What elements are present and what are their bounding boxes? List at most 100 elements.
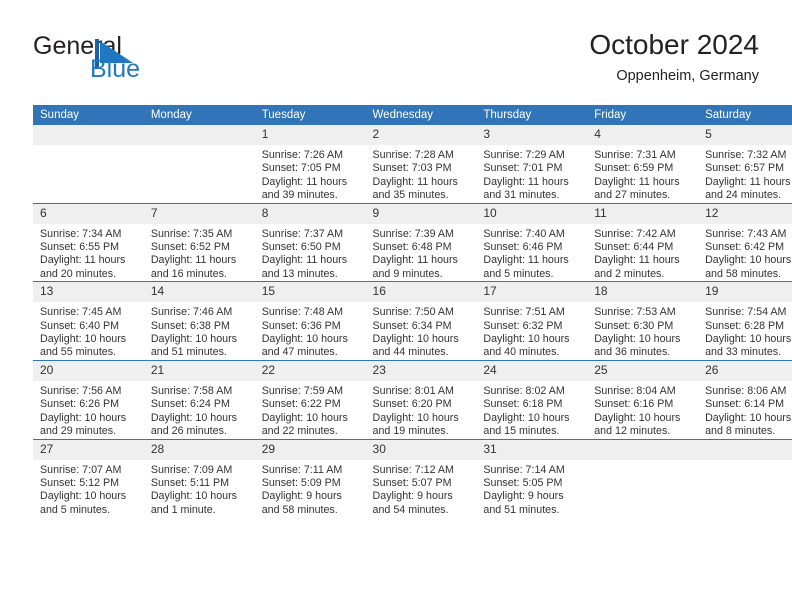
calendar-day-cell[interactable]: 11 Sunrise: 7:42 AM Sunset: 6:44 PM Dayligh…	[587, 203, 699, 283]
day-sun-info: Sunrise: 7:53 AM Sunset: 6:30 PM Daylight:…	[587, 302, 698, 360]
daylight-duration-line1: Daylight: 11 hours	[594, 175, 680, 188]
day-number: 3	[476, 125, 588, 145]
day-sun-info: Sunrise: 7:29 AM Sunset: 7:01 PM Daylight:…	[476, 145, 587, 203]
calendar-day-cell[interactable]: 13 Sunrise: 7:45 AM Sunset: 6:40 PM Dayligh…	[33, 281, 144, 361]
sunrise-time: Sunrise: 7:26 AM	[261, 149, 344, 161]
calendar-cell-empty	[143, 125, 255, 204]
calendar-day-cell[interactable]: 10 Sunrise: 7:40 AM Sunset: 6:46 PM Dayligh…	[476, 203, 588, 283]
calendar-day-cell[interactable]: 12 Sunrise: 7:43 AM Sunset: 6:42 PM Dayligh…	[698, 203, 792, 283]
daylight-duration-line1: Daylight: 9 hours	[483, 490, 564, 503]
calendar-day-cell[interactable]: 24 Sunrise: 8:02 AM Sunset: 6:18 PM Dayligh…	[476, 360, 588, 440]
day-sun-info: Sunrise: 8:06 AM Sunset: 6:14 PM Daylight:…	[698, 381, 792, 439]
daylight-duration-line2: and 22 minutes.	[261, 425, 338, 438]
weekday-header-friday: Friday	[587, 105, 699, 125]
day-sun-info: Sunrise: 8:02 AM Sunset: 6:18 PM Daylight:…	[476, 381, 587, 439]
calendar-week-row: 13 Sunrise: 7:45 AM Sunset: 6:40 PM Dayligh…	[33, 281, 792, 361]
weekday-header-thursday: Thursday	[476, 105, 588, 125]
page-header: General Blue October 2024 Oppenheim, Ger…	[33, 28, 759, 98]
weekday-header-saturday: Saturday	[698, 105, 792, 125]
daylight-duration-line2: and 2 minutes.	[594, 267, 665, 280]
calendar-day-cell[interactable]: 20 Sunrise: 7:56 AM Sunset: 6:26 PM Dayligh…	[33, 360, 144, 440]
calendar-day-cell[interactable]: 19 Sunrise: 7:54 AM Sunset: 6:28 PM Dayligh…	[698, 281, 792, 361]
sunrise-time: Sunrise: 7:51 AM	[483, 306, 565, 319]
daylight-duration-line2: and 9 minutes.	[372, 267, 443, 280]
sunset-time: Sunset: 5:11 PM	[150, 476, 230, 489]
calendar-day-cell[interactable]: 7 Sunrise: 7:35 AM Sunset: 6:52 PM Daylight…	[143, 203, 255, 283]
sunset-time: Sunset: 6:32 PM	[483, 319, 563, 332]
daylight-duration-line2: and 44 minutes.	[372, 346, 449, 359]
day-number: 6	[33, 203, 144, 224]
calendar-day-cell[interactable]: 25 Sunrise: 8:04 AM Sunset: 6:16 PM Dayligh…	[587, 360, 699, 440]
sunset-time: Sunset: 6:55 PM	[40, 241, 120, 254]
calendar-cell-empty	[33, 125, 144, 204]
daylight-duration-line1: Daylight: 10 hours	[261, 411, 348, 424]
calendar-day-cell[interactable]: 6 Sunrise: 7:34 AM Sunset: 6:55 PM Daylight…	[33, 203, 144, 283]
day-number: 15	[254, 282, 366, 303]
calendar-day-cell[interactable]: 5 Sunrise: 7:32 AM Sunset: 6:57 PM Daylight…	[698, 125, 792, 204]
calendar-day-cell[interactable]: 15 Sunrise: 7:48 AM Sunset: 6:36 PM Dayligh…	[254, 281, 366, 361]
calendar-day-cell[interactable]: 1 Sunrise: 7:26 AM Sunset: 7:05 PM Daylight…	[254, 125, 366, 204]
sunset-time: Sunset: 6:59 PM	[594, 162, 674, 175]
daylight-duration-line1: Daylight: 11 hours	[483, 175, 569, 188]
calendar-day-cell[interactable]: 30 Sunrise: 7:12 AM Sunset: 5:07 PM Dayligh…	[365, 439, 477, 518]
daylight-duration-line1: Daylight: 10 hours	[705, 333, 792, 346]
daylight-duration-line1: Daylight: 10 hours	[150, 411, 237, 424]
day-number: 19	[698, 282, 792, 303]
brand-logo[interactable]: General Blue	[33, 32, 263, 94]
sunrise-time: Sunrise: 7:37 AM	[261, 227, 344, 240]
daylight-duration-line1: Daylight: 10 hours	[483, 333, 570, 346]
calendar-day-cell[interactable]: 2 Sunrise: 7:28 AM Sunset: 7:03 PM Daylight…	[365, 125, 477, 204]
calendar-day-cell[interactable]: 21 Sunrise: 7:58 AM Sunset: 6:24 PM Dayligh…	[143, 360, 255, 440]
daylight-duration-line1: Daylight: 9 hours	[261, 490, 342, 503]
sunrise-time: Sunrise: 7:46 AM	[150, 306, 233, 319]
day-number: 8	[254, 203, 366, 224]
calendar-day-cell[interactable]: 22 Sunrise: 7:59 AM Sunset: 6:22 PM Dayligh…	[254, 360, 366, 440]
calendar-day-cell[interactable]: 9 Sunrise: 7:39 AM Sunset: 6:48 PM Daylight…	[365, 203, 477, 283]
daylight-duration-line2: and 16 minutes.	[150, 267, 227, 280]
title-block: October 2024 Oppenheim, Germany	[589, 28, 759, 86]
daylight-duration-line1: Daylight: 11 hours	[372, 175, 458, 188]
daylight-duration-line2: and 51 minutes.	[150, 346, 227, 359]
calendar-week-row: 20 Sunrise: 7:56 AM Sunset: 6:26 PM Dayligh…	[33, 360, 792, 440]
daylight-duration-line2: and 12 minutes.	[594, 425, 671, 438]
weekday-header-monday: Monday	[143, 105, 255, 125]
sunrise-time: Sunrise: 7:48 AM	[261, 306, 344, 319]
calendar-day-cell[interactable]: 8 Sunrise: 7:37 AM Sunset: 6:50 PM Daylight…	[254, 203, 366, 283]
sunrise-time: Sunrise: 7:50 AM	[372, 306, 454, 319]
day-number: 4	[587, 125, 699, 145]
daylight-duration-line1: Daylight: 10 hours	[40, 490, 127, 503]
day-sun-info: Sunrise: 7:12 AM Sunset: 5:07 PM Daylight:…	[366, 460, 477, 518]
sunrise-time: Sunrise: 7:59 AM	[261, 384, 344, 397]
day-number: 20	[33, 360, 144, 381]
calendar-day-cell[interactable]: 4 Sunrise: 7:31 AM Sunset: 6:59 PM Daylight…	[587, 125, 699, 204]
calendar-day-cell[interactable]: 26 Sunrise: 8:06 AM Sunset: 6:14 PM Dayligh…	[698, 360, 792, 440]
calendar-day-cell[interactable]: 28 Sunrise: 7:09 AM Sunset: 5:11 PM Dayligh…	[143, 439, 255, 518]
calendar-day-cell[interactable]: 18 Sunrise: 7:53 AM Sunset: 6:30 PM Dayligh…	[587, 281, 699, 361]
calendar-day-cell[interactable]: 27 Sunrise: 7:07 AM Sunset: 5:12 PM Dayligh…	[33, 439, 144, 518]
day-number: 16	[365, 282, 477, 303]
calendar-day-cell[interactable]: 23 Sunrise: 8:01 AM Sunset: 6:20 PM Dayligh…	[365, 360, 477, 440]
day-number: 10	[476, 203, 588, 224]
calendar-day-cell[interactable]: 3 Sunrise: 7:29 AM Sunset: 7:01 PM Daylight…	[476, 125, 588, 204]
daylight-duration-line2: and 29 minutes.	[40, 425, 117, 438]
brand-name-blue: Blue	[90, 55, 141, 83]
calendar-day-cell[interactable]: 16 Sunrise: 7:50 AM Sunset: 6:34 PM Dayligh…	[365, 281, 477, 361]
calendar-day-cell[interactable]: 17 Sunrise: 7:51 AM Sunset: 6:32 PM Dayligh…	[476, 281, 588, 361]
calendar-week-row: 6 Sunrise: 7:34 AM Sunset: 6:55 PM Daylight…	[33, 203, 792, 283]
day-number: 24	[476, 360, 588, 381]
calendar-day-cell[interactable]: 31 Sunrise: 7:14 AM Sunset: 5:05 PM Dayligh…	[476, 439, 588, 518]
day-number: 11	[587, 203, 699, 224]
sunset-time: Sunset: 6:30 PM	[594, 319, 674, 332]
sunrise-time: Sunrise: 7:32 AM	[705, 149, 787, 161]
day-sun-info: Sunrise: 7:28 AM Sunset: 7:03 PM Daylight:…	[366, 145, 477, 203]
day-sun-info: Sunrise: 7:32 AM Sunset: 6:57 PM Daylight:…	[698, 145, 792, 203]
day-sun-info: Sunrise: 7:40 AM Sunset: 6:46 PM Daylight:…	[476, 224, 587, 282]
sunset-time: Sunset: 6:44 PM	[594, 241, 674, 254]
daylight-duration-line2: and 36 minutes.	[594, 346, 671, 359]
calendar-day-cell[interactable]: 29 Sunrise: 7:11 AM Sunset: 5:09 PM Dayligh…	[254, 439, 366, 518]
calendar-week-row: 27 Sunrise: 7:07 AM Sunset: 5:12 PM Dayligh…	[33, 439, 792, 518]
day-sun-info: Sunrise: 7:34 AM Sunset: 6:55 PM Daylight:…	[33, 224, 144, 282]
sunrise-time: Sunrise: 7:53 AM	[594, 306, 676, 319]
calendar-day-cell[interactable]: 14 Sunrise: 7:46 AM Sunset: 6:38 PM Dayligh…	[143, 281, 255, 361]
daylight-duration-line1: Daylight: 10 hours	[594, 411, 681, 424]
